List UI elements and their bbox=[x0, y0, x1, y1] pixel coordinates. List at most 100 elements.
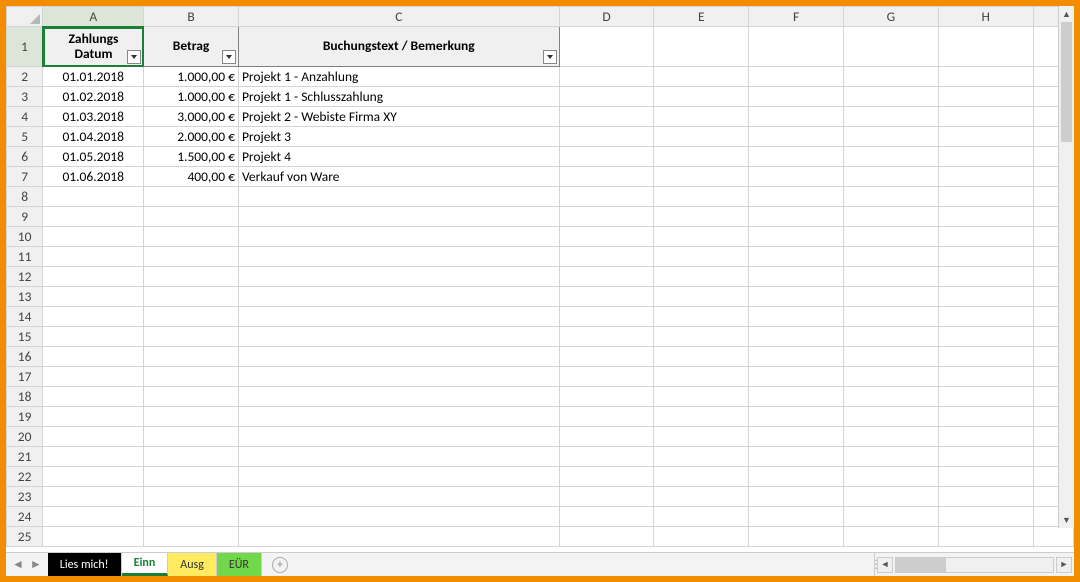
cell-date[interactable]: 01.01.2018 bbox=[43, 67, 144, 87]
cell-text[interactable]: Verkauf von Ware bbox=[238, 167, 559, 187]
cell[interactable] bbox=[938, 127, 1033, 147]
cell[interactable] bbox=[749, 307, 844, 327]
cell[interactable] bbox=[749, 127, 844, 147]
cell[interactable] bbox=[559, 467, 654, 487]
row-header-1[interactable]: 1 bbox=[7, 27, 43, 67]
cell[interactable] bbox=[43, 227, 144, 247]
cell[interactable] bbox=[749, 287, 844, 307]
col-header-E[interactable]: E bbox=[654, 7, 749, 27]
cell[interactable] bbox=[938, 487, 1033, 507]
cell[interactable] bbox=[749, 107, 844, 127]
scroll-thumb[interactable] bbox=[896, 558, 946, 572]
cell[interactable] bbox=[654, 147, 749, 167]
cell[interactable] bbox=[238, 227, 559, 247]
cell[interactable] bbox=[938, 67, 1033, 87]
cell[interactable] bbox=[844, 427, 939, 447]
scroll-track[interactable] bbox=[1059, 22, 1074, 512]
col-header-A[interactable]: A bbox=[43, 7, 144, 27]
cell[interactable] bbox=[559, 347, 654, 367]
cell[interactable] bbox=[43, 447, 144, 467]
cell[interactable] bbox=[144, 287, 239, 307]
cell[interactable] bbox=[654, 487, 749, 507]
cell[interactable] bbox=[749, 507, 844, 527]
cell[interactable] bbox=[559, 187, 654, 207]
cell[interactable] bbox=[844, 67, 939, 87]
cell[interactable] bbox=[654, 467, 749, 487]
cell[interactable] bbox=[144, 527, 239, 547]
cell[interactable] bbox=[844, 87, 939, 107]
sheet-tab[interactable]: EÜR bbox=[217, 553, 262, 576]
cell[interactable] bbox=[144, 387, 239, 407]
cell[interactable] bbox=[43, 487, 144, 507]
cell[interactable] bbox=[844, 507, 939, 527]
cell[interactable] bbox=[844, 247, 939, 267]
cell[interactable] bbox=[654, 527, 749, 547]
row-header[interactable]: 20 bbox=[7, 427, 43, 447]
cell[interactable] bbox=[238, 507, 559, 527]
cell[interactable] bbox=[749, 447, 844, 467]
cell[interactable] bbox=[844, 27, 939, 67]
cell-date[interactable]: 01.04.2018 bbox=[43, 127, 144, 147]
cell[interactable] bbox=[749, 487, 844, 507]
sheet-tab[interactable]: Einn bbox=[122, 553, 169, 576]
cell[interactable] bbox=[749, 27, 844, 67]
cell[interactable] bbox=[144, 187, 239, 207]
row-header[interactable]: 25 bbox=[7, 527, 43, 547]
cell[interactable] bbox=[43, 407, 144, 427]
cell[interactable] bbox=[144, 207, 239, 227]
cell[interactable] bbox=[559, 227, 654, 247]
cell[interactable] bbox=[749, 227, 844, 247]
cell-amount[interactable]: 1.000,00 € bbox=[144, 67, 239, 87]
row-header[interactable]: 21 bbox=[7, 447, 43, 467]
cell[interactable] bbox=[238, 427, 559, 447]
cell[interactable] bbox=[938, 367, 1033, 387]
cell[interactable] bbox=[559, 267, 654, 287]
cell[interactable] bbox=[559, 27, 654, 67]
horizontal-scrollbar[interactable]: ◄ ► bbox=[874, 553, 1074, 576]
cell[interactable] bbox=[43, 187, 144, 207]
cell[interactable] bbox=[144, 307, 239, 327]
cell[interactable] bbox=[43, 247, 144, 267]
cell[interactable] bbox=[938, 27, 1033, 67]
cell[interactable] bbox=[238, 287, 559, 307]
col-header-D[interactable]: D bbox=[559, 7, 654, 27]
cell[interactable] bbox=[238, 327, 559, 347]
cell-amount[interactable]: 1.000,00 € bbox=[144, 87, 239, 107]
cell[interactable] bbox=[749, 167, 844, 187]
cell[interactable] bbox=[144, 347, 239, 367]
cell[interactable] bbox=[749, 87, 844, 107]
cell[interactable] bbox=[43, 387, 144, 407]
cell[interactable] bbox=[938, 187, 1033, 207]
cell-text[interactable]: Projekt 1 - Schlusszahlung bbox=[238, 87, 559, 107]
cell[interactable] bbox=[654, 447, 749, 467]
cell[interactable] bbox=[844, 447, 939, 467]
row-header[interactable]: 24 bbox=[7, 507, 43, 527]
cell-text[interactable]: Projekt 2 - Webiste Firma XY bbox=[238, 107, 559, 127]
tab-split-handle[interactable]: ⋮ bbox=[866, 553, 874, 576]
cell[interactable] bbox=[844, 387, 939, 407]
cell[interactable] bbox=[144, 327, 239, 347]
header-cell-date[interactable]: Zahlungs Datum bbox=[43, 27, 144, 67]
cell[interactable] bbox=[938, 267, 1033, 287]
cell[interactable] bbox=[43, 307, 144, 327]
cell[interactable] bbox=[238, 347, 559, 367]
cell[interactable] bbox=[559, 247, 654, 267]
cell[interactable] bbox=[559, 87, 654, 107]
cell[interactable] bbox=[938, 87, 1033, 107]
cell[interactable] bbox=[938, 207, 1033, 227]
sheet-tab[interactable]: Ausg bbox=[168, 553, 217, 576]
cell[interactable] bbox=[144, 367, 239, 387]
row-header[interactable]: 15 bbox=[7, 327, 43, 347]
scroll-left-icon[interactable]: ◄ bbox=[877, 557, 893, 573]
cell[interactable] bbox=[749, 527, 844, 547]
cell[interactable] bbox=[938, 527, 1033, 547]
cell[interactable] bbox=[654, 67, 749, 87]
cell[interactable] bbox=[43, 427, 144, 447]
cell[interactable] bbox=[559, 367, 654, 387]
cell[interactable] bbox=[938, 447, 1033, 467]
cell-amount[interactable]: 3.000,00 € bbox=[144, 107, 239, 127]
cell[interactable] bbox=[749, 207, 844, 227]
scroll-right-icon[interactable]: ► bbox=[1056, 557, 1072, 573]
cell[interactable] bbox=[43, 287, 144, 307]
cell-amount[interactable]: 400,00 € bbox=[144, 167, 239, 187]
